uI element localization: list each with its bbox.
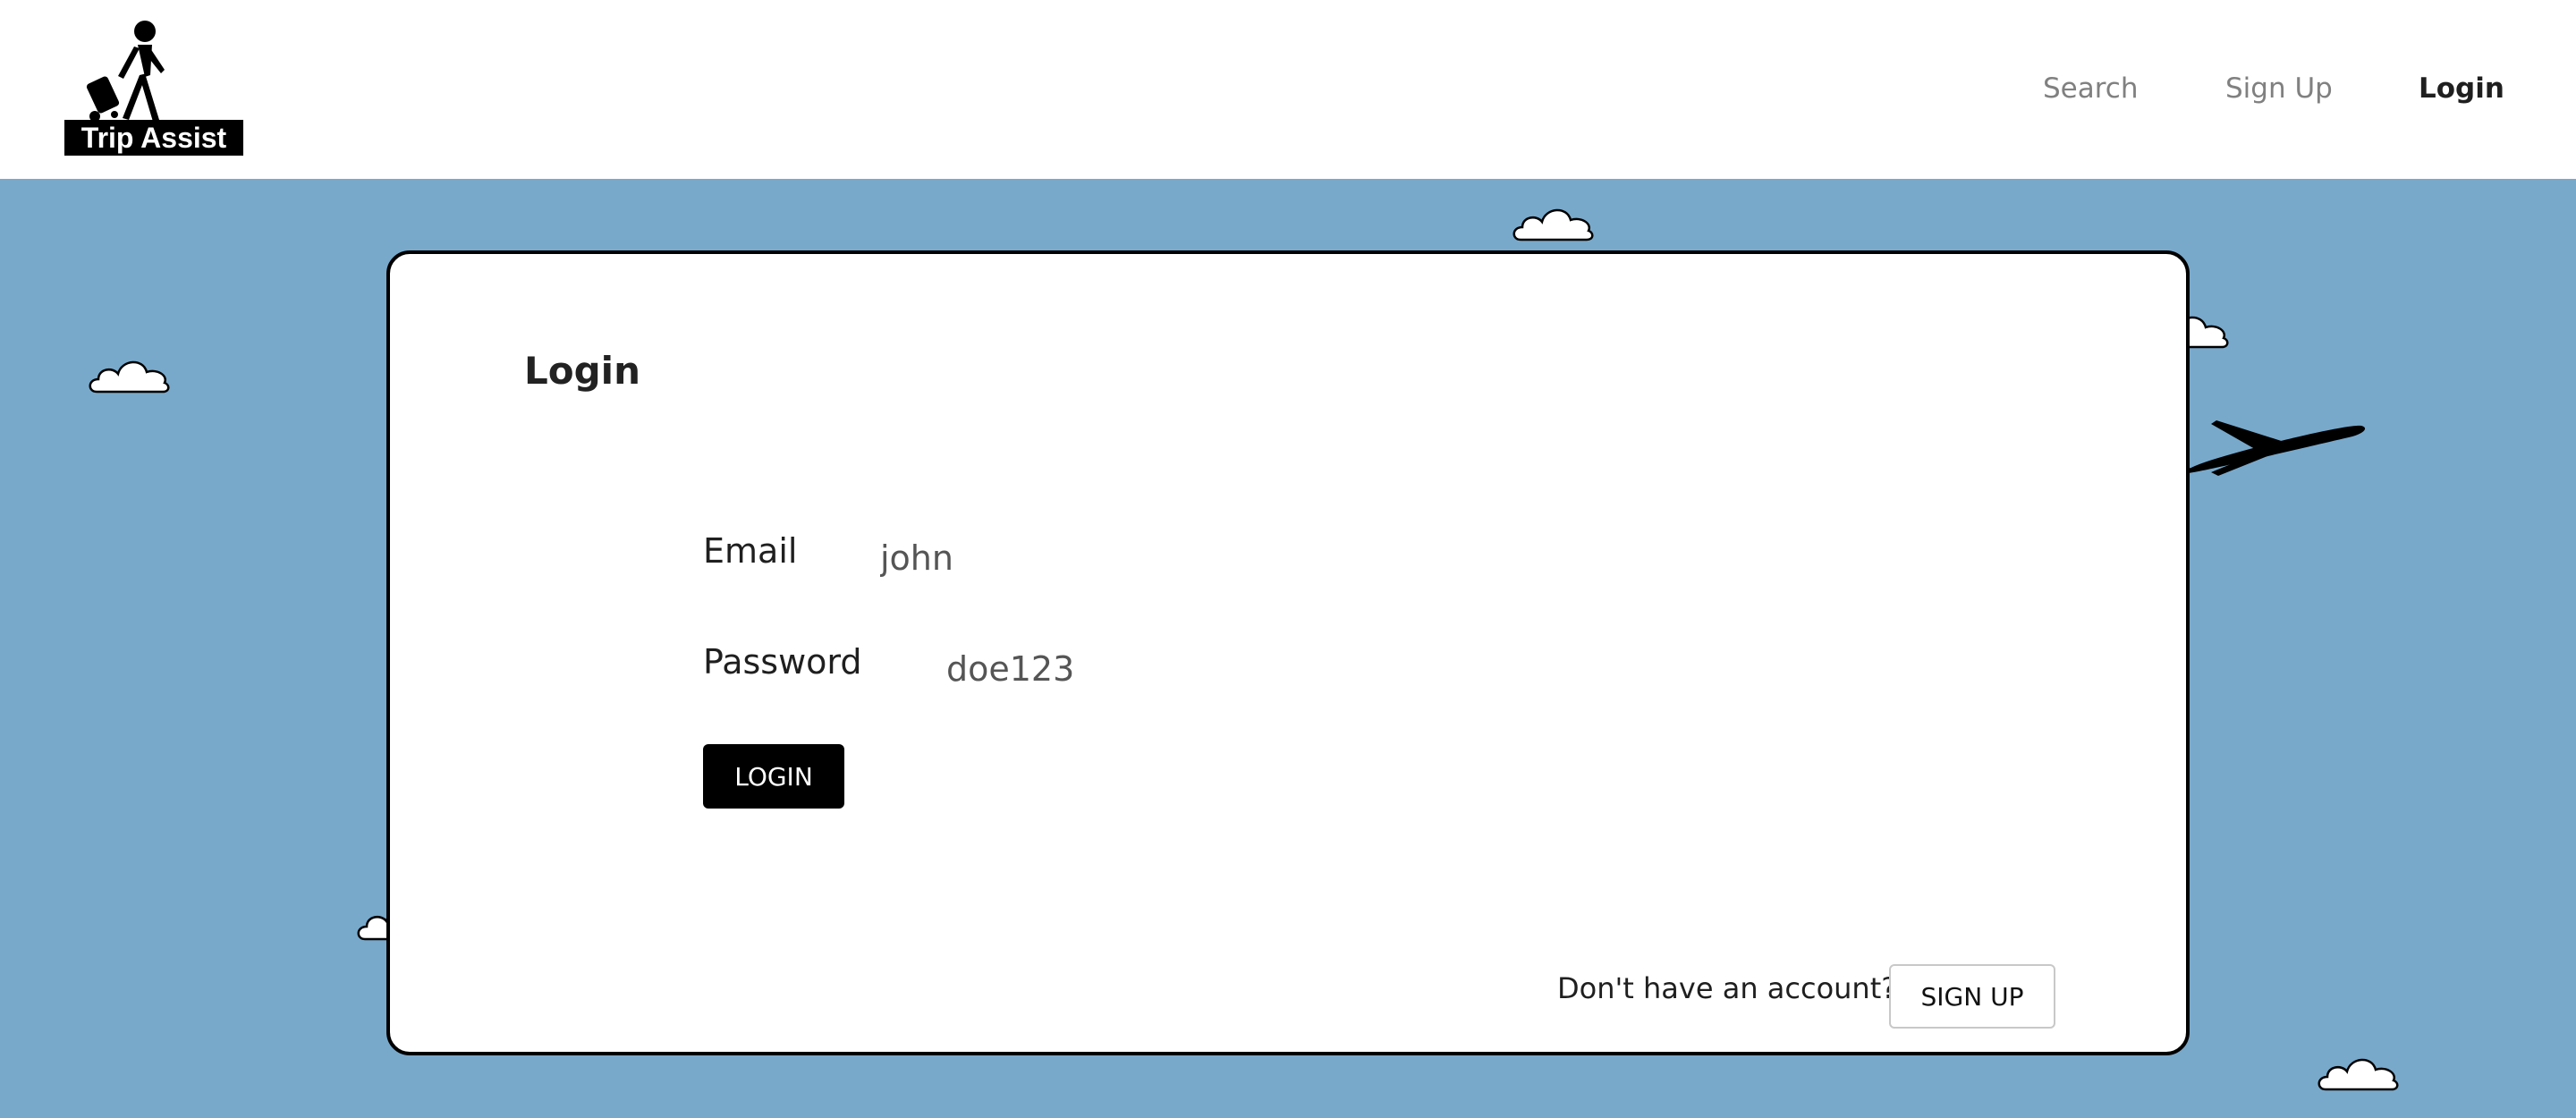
no-account-text: Don't have an account? [1557,971,1897,1005]
page-title: Login [524,349,640,393]
traveler-logo-icon [86,21,165,122]
signup-button[interactable]: SIGN UP [1889,964,2055,1029]
nav-search-link[interactable]: Search [2043,68,2139,109]
trip-assist-logo[interactable]: Trip Assist [64,20,243,156]
login-card: Login Email Password LOGIN Don't have an… [386,250,2190,1055]
password-label: Password [703,642,862,682]
password-field[interactable] [946,646,1483,692]
cloud-icon [2318,1058,2399,1091]
nav-signup-link[interactable]: Sign Up [2225,68,2333,109]
nav-login-link[interactable]: Login [2419,68,2504,109]
email-field[interactable] [880,535,1417,581]
top-navbar: Trip Assist Search Sign Up Login [0,0,2576,179]
cloud-icon [1513,208,1594,241]
airplane-icon [2166,420,2366,476]
cloud-icon [89,360,170,394]
email-label: Email [703,531,798,571]
brand-name: Trip Assist [64,120,243,156]
login-button[interactable]: LOGIN [703,744,844,809]
